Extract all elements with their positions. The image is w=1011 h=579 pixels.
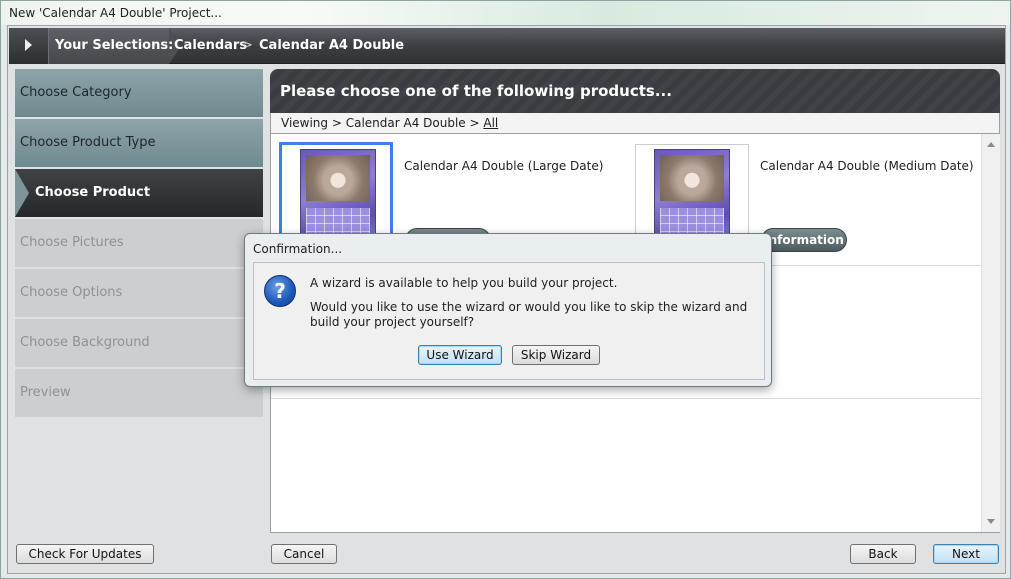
breadcrumb-toggle-button[interactable]	[9, 28, 49, 64]
step-choose-options: Choose Options	[15, 269, 263, 317]
breadcrumb-separator: >	[242, 38, 253, 53]
step-choose-product-type[interactable]: Choose Product Type	[15, 119, 263, 167]
step-choose-category[interactable]: Choose Category	[15, 69, 263, 117]
confirmation-dialog: Confirmation... ? A wizard is available …	[244, 233, 772, 387]
window-title: New 'Calendar A4 Double' Project...	[9, 6, 222, 20]
step-choose-product[interactable]: Choose Product	[15, 169, 263, 217]
skip-wizard-button[interactable]: Skip Wizard	[512, 345, 600, 365]
wizard-steps-sidebar: Choose Category Choose Product Type Choo…	[15, 69, 263, 419]
all-link[interactable]: All	[483, 116, 498, 130]
breadcrumb-item-product[interactable]: Calendar A4 Double	[259, 38, 404, 53]
calendar-photo	[306, 155, 370, 201]
title-bar: New 'Calendar A4 Double' Project...	[1, 1, 1010, 25]
product-name[interactable]: Calendar A4 Double (Medium Date)	[760, 159, 974, 173]
step-choose-pictures: Choose Pictures	[15, 219, 263, 267]
dialog-body: ? A wizard is available to help you buil…	[253, 262, 765, 380]
check-for-updates-button[interactable]: Check For Updates	[16, 544, 154, 564]
vertical-scrollbar[interactable]	[981, 134, 1000, 532]
step-label: Choose Pictures	[20, 235, 124, 250]
scroll-down-icon[interactable]	[987, 519, 995, 524]
step-label: Choose Background	[20, 335, 150, 350]
product-name[interactable]: Calendar A4 Double (Large Date)	[404, 159, 603, 173]
back-button[interactable]: Back	[850, 544, 916, 564]
calendar-photo	[660, 155, 724, 201]
scroll-up-icon[interactable]	[987, 142, 995, 147]
dialog-title: Confirmation...	[253, 242, 343, 256]
step-label: Choose Category	[20, 85, 132, 100]
next-button[interactable]: Next	[933, 544, 999, 564]
step-label: Choose Options	[20, 285, 123, 300]
step-choose-background: Choose Background	[15, 319, 263, 367]
step-label: Choose Product Type	[20, 135, 156, 150]
dialog-message-line2: Would you like to use the wizard or woul…	[310, 300, 748, 329]
use-wizard-button[interactable]: Use Wizard	[418, 345, 502, 365]
application-window: New 'Calendar A4 Double' Project... Your…	[0, 0, 1011, 579]
viewing-path: Viewing > Calendar A4 Double > All	[270, 113, 1000, 133]
breadcrumb: Your Selections: Calendars > Calendar A4…	[9, 28, 1005, 64]
breadcrumb-item-calendars[interactable]: Calendars	[174, 38, 247, 53]
page-title: Please choose one of the following produ…	[280, 82, 672, 100]
step-label: Choose Product	[35, 185, 151, 200]
panel-header: Please choose one of the following produ…	[270, 69, 1000, 113]
information-button[interactable]: Information	[761, 228, 847, 252]
step-label: Preview	[20, 385, 71, 400]
viewing-prefix: Viewing > Calendar A4 Double >	[281, 116, 484, 130]
breadcrumb-label: Your Selections:	[55, 38, 174, 53]
cancel-button[interactable]: Cancel	[271, 544, 337, 564]
play-arrow-icon	[25, 39, 32, 51]
dialog-message-line1: A wizard is available to help you build …	[310, 276, 618, 290]
question-icon: ?	[264, 275, 296, 307]
step-preview: Preview	[15, 369, 263, 417]
